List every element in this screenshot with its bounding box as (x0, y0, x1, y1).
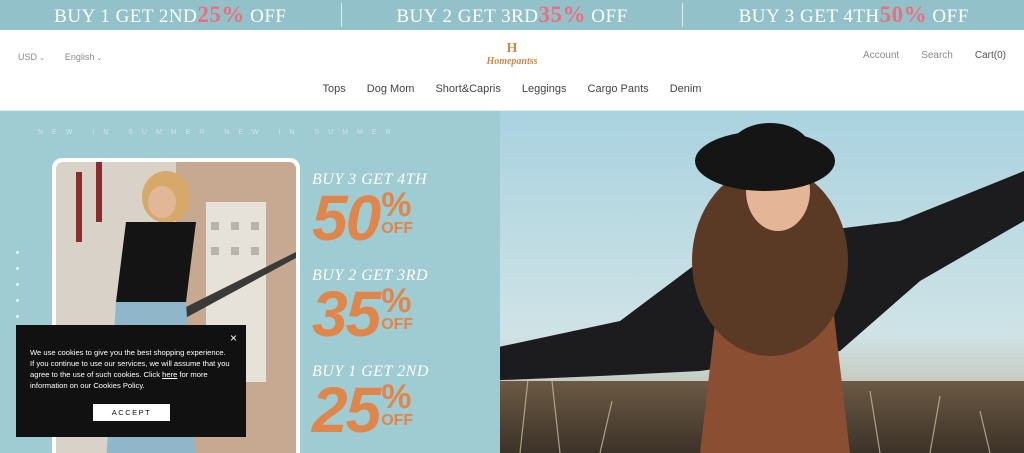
offer-off: OFF (381, 316, 414, 333)
nav-item-tops[interactable]: Tops (323, 83, 346, 95)
account-link[interactable]: Account (863, 50, 899, 61)
nav-item-leggings[interactable]: Leggings (522, 83, 567, 95)
site-header: USD ⌄ English ⌄ H Homepantss Account Searc… (0, 30, 1024, 111)
promo-percent: 35% (538, 2, 587, 27)
offer-number: 50 (312, 182, 381, 254)
promo-text: BUY 2 GET 3RD (396, 6, 539, 27)
offer-value: 35 % OFF (312, 278, 462, 350)
cookie-message: We use cookies to give you the best shop… (30, 347, 232, 391)
currency-selector[interactable]: USD ⌄ (18, 52, 45, 62)
chevron-down-icon: ⌄ (39, 55, 45, 62)
header-actions: Account Search Cart(0) (863, 50, 1006, 61)
language-label: English (64, 52, 95, 62)
offer-percent-sign: % (381, 282, 412, 320)
nav-item-short-capris[interactable]: Short&Capris (435, 83, 500, 95)
nav-item-cargo-pants[interactable]: Cargo Pants (588, 83, 649, 95)
promo-item-3[interactable]: BUY 3 GET 4TH50% OFF (683, 2, 1024, 28)
marquee-text: NEW IN SUMMER NEW IN SUMMER (38, 129, 400, 136)
accept-cookies-button[interactable]: ACCEPT (93, 404, 170, 421)
promo-text: BUY 1 GET 2ND (54, 6, 198, 27)
slide-indicator (16, 251, 19, 331)
offer-off: OFF (381, 412, 414, 429)
offer-percent-sign: % (381, 378, 412, 416)
promo-percent: 50% (879, 2, 928, 27)
promo-off: OFF (250, 6, 287, 27)
promo-percent: 25% (197, 2, 245, 27)
nav-item-denim[interactable]: Denim (670, 83, 702, 95)
offer-off: OFF (381, 220, 414, 237)
locale-selectors: USD ⌄ English ⌄ (18, 52, 102, 62)
offer-percent-sign: % (381, 186, 412, 224)
promo-bar: BUY 1 GET 2ND25% OFF BUY 2 GET 3RD35% OF… (0, 0, 1024, 30)
logo-text: Homepantss (486, 56, 538, 67)
promo-off: OFF (932, 6, 969, 27)
offer-value: 25 % OFF (312, 374, 462, 446)
promo-item-2[interactable]: BUY 2 GET 3RD35% OFF (342, 2, 683, 28)
offer-number: 35 (312, 278, 381, 350)
logo-mark: H (506, 41, 518, 56)
promo-text: BUY 3 GET 4TH (738, 6, 880, 27)
offer-block: BUY 3 GET 4TH 50 % OFF (312, 171, 462, 254)
main-nav: Tops Dog Mom Short&Capris Leggings Cargo… (0, 83, 1024, 95)
chevron-down-icon: ⌄ (96, 55, 103, 62)
language-selector[interactable]: English ⌄ (65, 52, 102, 62)
site-logo[interactable]: H Homepantss (478, 41, 546, 68)
promo-off: OFF (591, 6, 628, 27)
close-icon[interactable]: × (230, 331, 237, 345)
cart-link[interactable]: Cart(0) (975, 50, 1006, 61)
cookie-banner: × We use cookies to give you the best sh… (16, 325, 246, 437)
offer-number: 25 (312, 374, 381, 446)
search-link[interactable]: Search (921, 50, 953, 61)
offer-value: 50 % OFF (312, 182, 462, 254)
nav-item-dog-mom[interactable]: Dog Mom (367, 83, 415, 95)
promo-item-1[interactable]: BUY 1 GET 2ND25% OFF (0, 2, 341, 28)
currency-label: USD (18, 52, 38, 62)
offer-block: BUY 2 GET 3RD 35 % OFF (312, 267, 462, 350)
offer-block: BUY 1 GET 2ND 25 % OFF (312, 363, 462, 446)
offers-list: BUY 3 GET 4TH 50 % OFF BUY 2 GET 3RD 35 %… (312, 171, 462, 453)
cookie-policy-link[interactable]: here (162, 370, 177, 379)
